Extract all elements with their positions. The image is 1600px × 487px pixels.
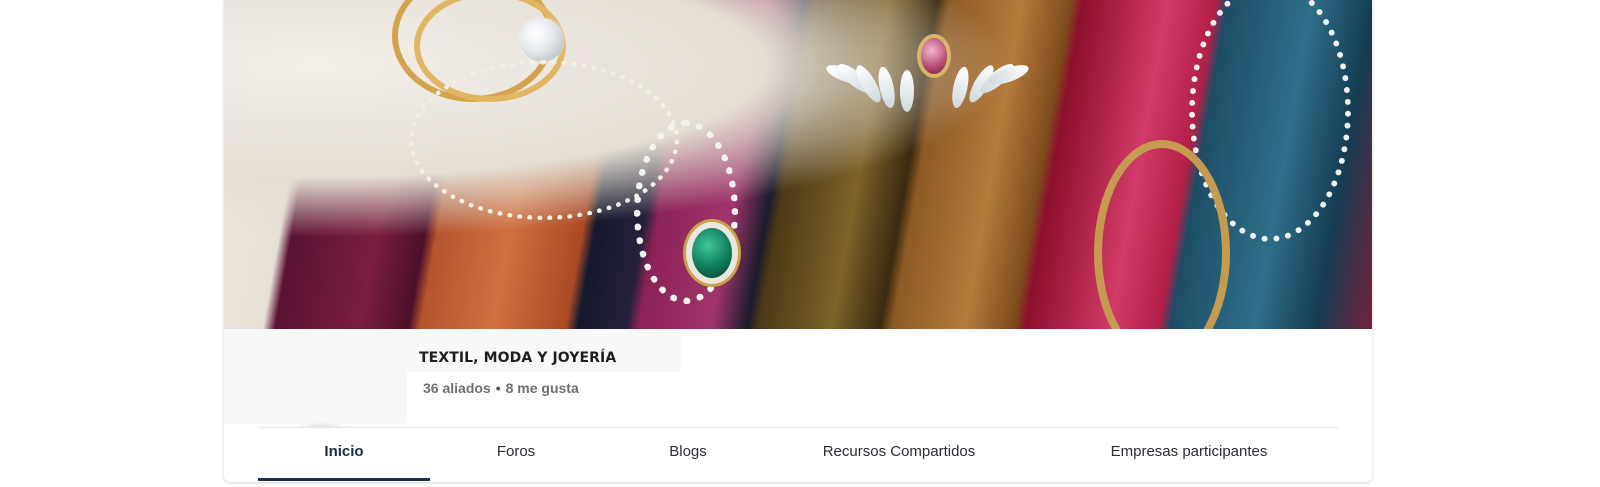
tab-blogs[interactable]: Blogs bbox=[602, 428, 774, 478]
stats-separator: • bbox=[495, 380, 501, 396]
petal-decoration bbox=[949, 65, 972, 110]
group-avatar bbox=[224, 329, 407, 424]
group-header-card: TEXTIL, MODA Y JOYERÍA 36 aliados • 8 me g… bbox=[224, 0, 1372, 482]
group-profile-section: TEXTIL, MODA Y JOYERÍA 36 aliados • 8 me g… bbox=[224, 329, 1372, 482]
tab-foros[interactable]: Foros bbox=[430, 428, 602, 478]
chain-decoration bbox=[634, 120, 738, 304]
allies-count[interactable]: 36 aliados bbox=[423, 380, 491, 396]
tab-inicio[interactable]: Inicio bbox=[258, 428, 430, 481]
ruby-decoration bbox=[921, 38, 947, 74]
diamond-decoration bbox=[520, 18, 564, 62]
petal-decoration bbox=[900, 70, 914, 112]
group-tabs: Inicio Foros Blogs Recursos Compartidos … bbox=[258, 428, 1338, 482]
petal-decoration bbox=[875, 65, 898, 110]
group-stats: 36 aliados • 8 me gusta bbox=[423, 380, 579, 396]
likes-count[interactable]: 8 me gusta bbox=[506, 380, 579, 396]
tab-recursos-compartidos[interactable]: Recursos Compartidos bbox=[774, 428, 1024, 478]
group-title: TEXTIL, MODA Y JOYERÍA bbox=[419, 350, 617, 366]
tab-empresas-participantes[interactable]: Empresas participantes bbox=[1054, 428, 1324, 478]
emerald-decoration bbox=[692, 228, 732, 278]
cover-image bbox=[224, 0, 1372, 329]
